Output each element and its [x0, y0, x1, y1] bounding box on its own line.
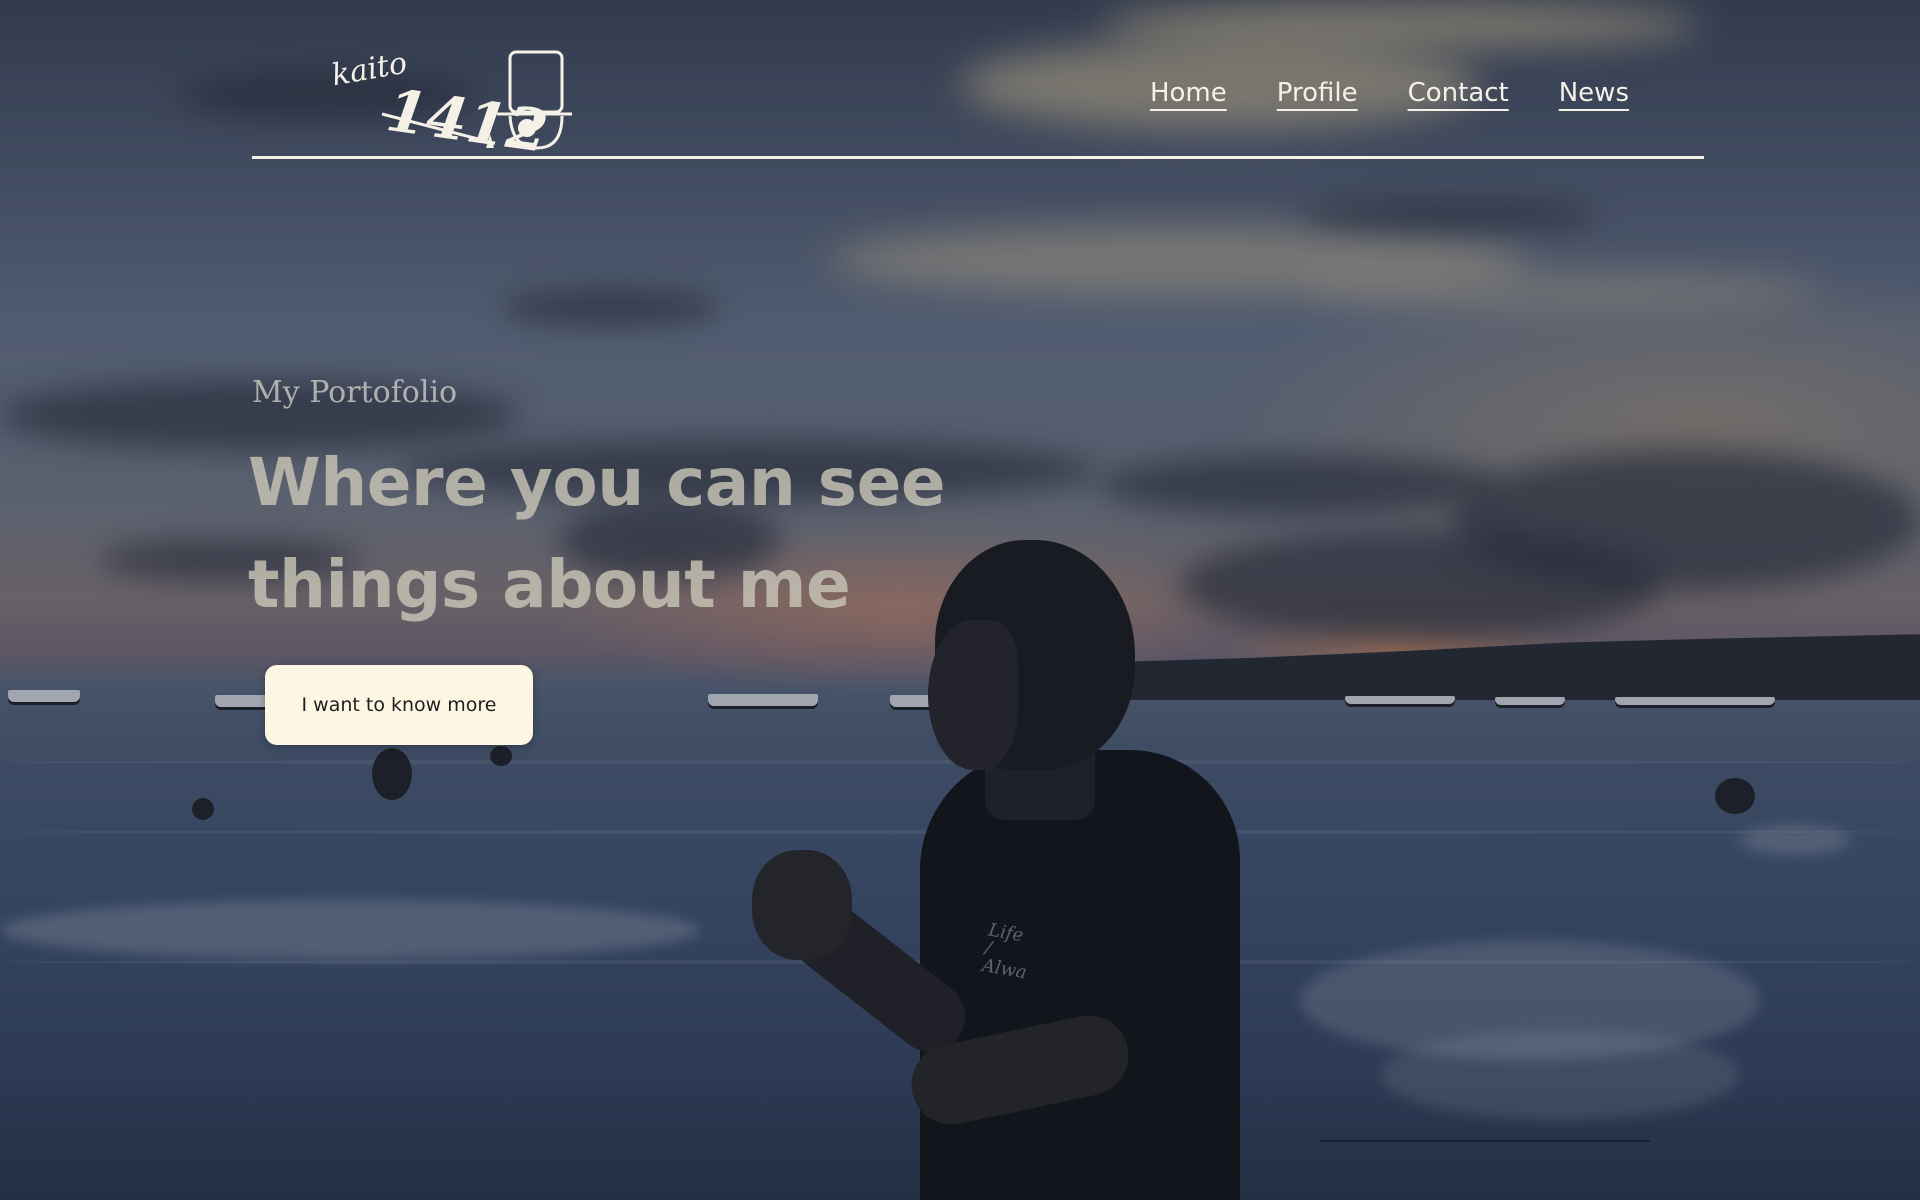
headline-line-2: things about me — [248, 546, 851, 623]
nav-divider — [252, 156, 1704, 159]
headline-line-1: Where you can see — [248, 444, 946, 521]
hero-subtitle: My Portofolio — [252, 375, 458, 410]
know-more-button[interactable]: I want to know more — [265, 665, 533, 745]
navbar: kaito 1412 Home Profile Contact News — [252, 40, 1704, 160]
nav-contact-link[interactable]: Contact — [1408, 78, 1509, 108]
nav-home-link[interactable]: Home — [1150, 78, 1227, 108]
nav-profile-link[interactable]: Profile — [1277, 78, 1358, 108]
nav-news-link[interactable]: News — [1559, 78, 1629, 108]
hero-section: Life / Alwa kaito 1412 Home Profile Cont… — [0, 0, 1920, 1200]
decorative-line — [1320, 1140, 1650, 1142]
kaito-logo[interactable]: kaito 1412 — [332, 44, 572, 154]
hero-headline: Where you can see things about me — [248, 432, 1008, 636]
nav-links: Home Profile Contact News — [1150, 78, 1629, 108]
